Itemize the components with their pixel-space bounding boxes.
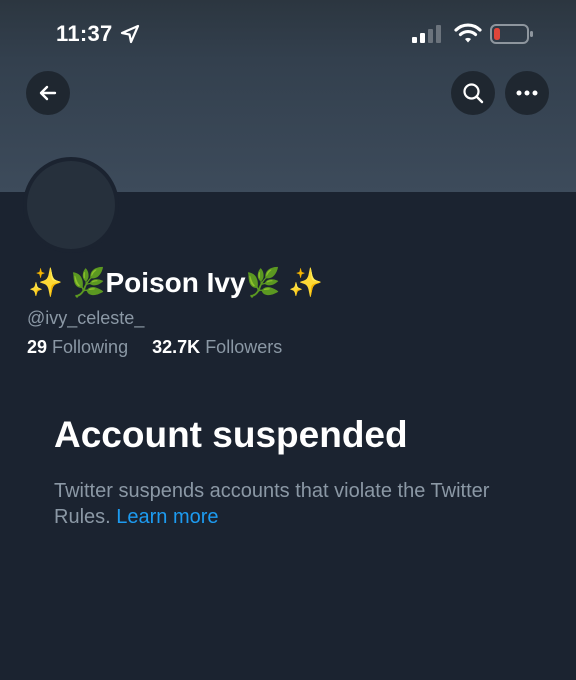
search-button[interactable] — [451, 71, 495, 115]
followers-count: 32.7K — [152, 337, 201, 357]
followers-link[interactable]: 32.7K Followers — [147, 337, 282, 357]
following-count: 29 — [27, 337, 48, 357]
followers-label: Followers — [205, 337, 283, 357]
arrow-left-icon — [39, 85, 57, 101]
suspension-title: Account suspended — [54, 414, 408, 455]
location-arrow-icon — [120, 24, 140, 44]
following-link[interactable]: 29 Following — [27, 337, 133, 357]
cellular-signal-icon — [412, 25, 441, 43]
avatar-placeholder — [27, 161, 115, 249]
search-icon — [463, 83, 484, 104]
learn-more-link[interactable]: Learn more — [116, 506, 218, 528]
back-button[interactable] — [26, 71, 70, 115]
suspension-message-block: Twitter suspends accounts that violate t… — [54, 478, 524, 530]
status-time: 11:37 — [56, 21, 113, 46]
display-name: ✨ 🌿Poison Ivy🌿 ✨ — [28, 267, 324, 298]
wifi-icon — [454, 23, 482, 43]
avatar[interactable] — [23, 157, 119, 253]
following-label: Following — [52, 337, 129, 357]
more-dots-icon — [516, 90, 538, 96]
more-options-button[interactable] — [505, 71, 549, 115]
user-handle: @ivy_celeste_ — [27, 308, 145, 328]
follow-stats: 29 Following 32.7K Followers — [27, 337, 282, 358]
battery-low-icon — [490, 24, 533, 44]
